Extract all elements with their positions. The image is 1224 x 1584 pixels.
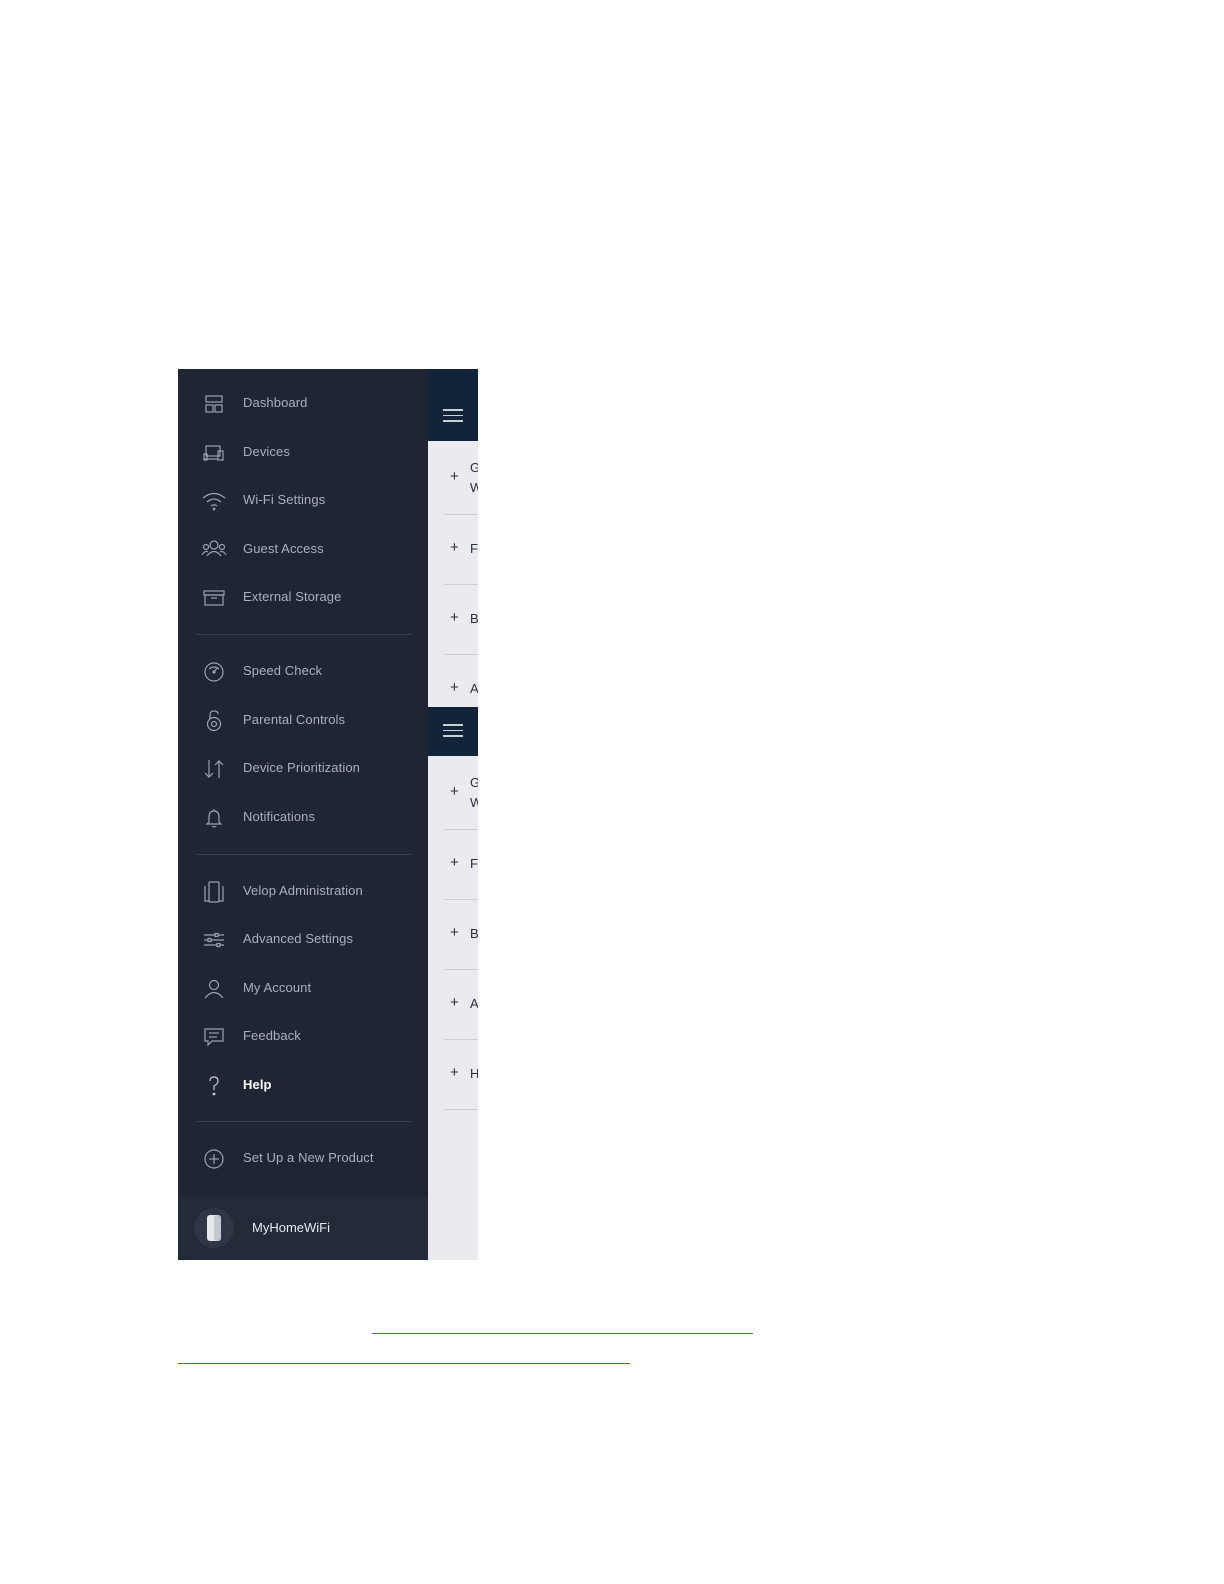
hyperlink-underline[interactable] [372, 1333, 753, 1334]
menu-item-notifications[interactable]: Notifications [178, 796, 428, 840]
faq-row[interactable]: + A [428, 970, 478, 1040]
menu-item-velop-administration[interactable]: Velop Administration [178, 870, 428, 914]
expand-plus-icon: + [450, 783, 459, 800]
hamburger-menu-icon[interactable] [443, 409, 463, 426]
menu-item-label: Guest Access [243, 541, 324, 556]
menu-item-label: My Account [243, 980, 312, 995]
hamburger-menu-icon[interactable] [443, 724, 463, 741]
menu-item-label: Speed Check [243, 663, 323, 678]
faq-row[interactable]: + B [428, 585, 478, 655]
menu-item-wifi-settings[interactable]: Wi-Fi Settings [178, 479, 428, 523]
app-screenshot: Dashboard Devices Wi-Fi Settings Guest A… [178, 369, 478, 1260]
faq-row[interactable]: + H [428, 1040, 478, 1110]
menu-item-label: Velop Administration [243, 883, 363, 898]
faq-question-text: G W [470, 460, 478, 495]
chat-icon [200, 1023, 228, 1051]
devices-icon [200, 439, 228, 467]
expand-plus-icon: + [450, 1064, 459, 1081]
question-icon [200, 1072, 228, 1100]
menu-item-label: Dashboard [243, 395, 308, 410]
faq-row[interactable]: + G W [428, 441, 478, 515]
menu-item-label: Feedback [243, 1028, 301, 1043]
faq-question-text: B [470, 926, 478, 941]
faq-row[interactable]: + F [428, 515, 478, 585]
menu-item-label: Device Prioritization [243, 760, 360, 775]
expand-plus-icon: + [450, 679, 459, 696]
hyperlink-underline[interactable] [178, 1363, 630, 1364]
background-screen: + G W + F + B + A + G W + F + B + A + H [428, 369, 478, 1260]
plus-circle-icon [200, 1145, 228, 1173]
faq-row[interactable]: + A [428, 655, 478, 707]
faq-question-text: A [470, 681, 478, 696]
expand-plus-icon: + [450, 468, 459, 485]
menu-item-label: Advanced Settings [243, 931, 354, 946]
arrows-icon [200, 755, 228, 783]
faq-question-text: F [470, 541, 478, 556]
menu-item-label: Devices [243, 444, 290, 459]
menu-item-set-up-new-product[interactable]: Set Up a New Product [178, 1137, 428, 1181]
menu-item-label: Help [243, 1077, 272, 1092]
person-icon [200, 975, 228, 1003]
menu-item-device-prioritization[interactable]: Device Prioritization [178, 747, 428, 791]
node-icon [200, 878, 228, 906]
faq-row[interactable]: + B [428, 900, 478, 970]
expand-plus-icon: + [450, 994, 459, 1011]
menu-item-label: Parental Controls [243, 712, 346, 727]
expand-plus-icon: + [450, 609, 459, 626]
faq-question-text: G W [470, 775, 478, 810]
faq-question-text: A [470, 996, 478, 1011]
menu-item-parental-controls[interactable]: Parental Controls [178, 699, 428, 743]
velop-node-icon [194, 1208, 234, 1248]
menu-item-help[interactable]: Help [178, 1064, 428, 1108]
expand-plus-icon: + [450, 924, 459, 941]
menu-item-label: Notifications [243, 809, 316, 824]
faq-row[interactable]: + F [428, 830, 478, 900]
top-header-bar [428, 369, 478, 441]
dashboard-icon [200, 390, 228, 418]
faq-question-text: F [470, 856, 478, 871]
lock-icon [200, 707, 228, 735]
faq-question-text: B [470, 611, 478, 626]
menu-item-label: Set Up a New Product [243, 1150, 374, 1165]
menu-item-label: Wi-Fi Settings [243, 492, 326, 507]
network-name: MyHomeWiFi [252, 1220, 330, 1235]
menu-item-devices[interactable]: Devices [178, 431, 428, 475]
expand-plus-icon: + [450, 539, 459, 556]
guest-icon [200, 536, 228, 564]
menu-divider [196, 854, 411, 855]
menu-item-feedback[interactable]: Feedback [178, 1015, 428, 1059]
faq-question-text: H [470, 1066, 478, 1081]
expand-plus-icon: + [450, 854, 459, 871]
network-selector[interactable]: MyHomeWiFi [178, 1196, 428, 1260]
storage-icon [200, 584, 228, 612]
navigation-drawer: Dashboard Devices Wi-Fi Settings Guest A… [178, 369, 428, 1260]
menu-item-speed-check[interactable]: Speed Check [178, 650, 428, 694]
menu-divider [196, 634, 411, 635]
menu-item-external-storage[interactable]: External Storage [178, 576, 428, 620]
menu-item-my-account[interactable]: My Account [178, 967, 428, 1011]
speedometer-icon [200, 658, 228, 686]
wifi-icon [200, 487, 228, 515]
menu-item-advanced-settings[interactable]: Advanced Settings [178, 918, 428, 962]
menu-divider [196, 1121, 411, 1122]
menu-item-dashboard[interactable]: Dashboard [178, 382, 428, 426]
top-header-bar [428, 707, 478, 756]
bell-icon [200, 804, 228, 832]
row-divider [444, 1109, 478, 1110]
menu-item-label: External Storage [243, 589, 342, 604]
faq-row[interactable]: + G W [428, 756, 478, 830]
menu-item-guest-access[interactable]: Guest Access [178, 528, 428, 572]
sliders-icon [200, 926, 228, 954]
